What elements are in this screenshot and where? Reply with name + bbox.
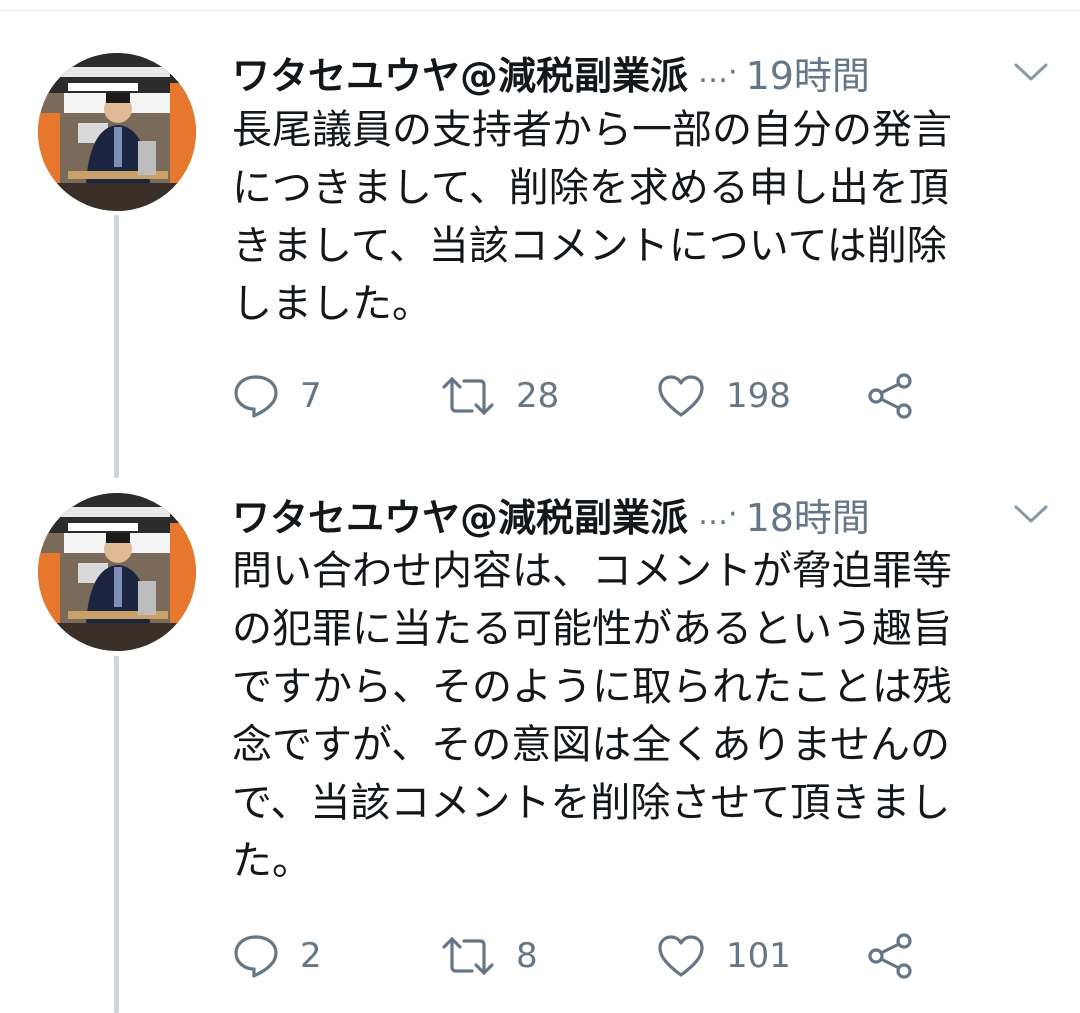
tweet-actions: 7 28 198 bbox=[232, 366, 1052, 426]
retweet-button[interactable]: 28 bbox=[440, 366, 559, 426]
reply-button[interactable]: 7 bbox=[232, 366, 322, 426]
reply-count: 7 bbox=[300, 376, 322, 416]
reply-button[interactable]: 2 bbox=[232, 926, 322, 986]
retweet-button[interactable]: 8 bbox=[440, 926, 538, 986]
chevron-down-icon[interactable] bbox=[1012, 53, 1050, 91]
tweet[interactable]: ワタセユウヤ@減税副業派 …· 19時間 長尾議員の支持者から一部の自分の発言 … bbox=[0, 0, 1080, 470]
chevron-down-icon[interactable] bbox=[1012, 495, 1050, 533]
ellipsis: …· bbox=[698, 54, 738, 90]
avatar[interactable] bbox=[38, 53, 196, 211]
speech-bubble-icon bbox=[232, 373, 280, 419]
heart-icon bbox=[656, 373, 706, 419]
retweet-count: 28 bbox=[516, 376, 560, 416]
speech-bubble-icon bbox=[232, 933, 280, 979]
timestamp[interactable]: 19時間 bbox=[746, 45, 870, 100]
share-icon bbox=[866, 931, 916, 981]
like-count: 198 bbox=[726, 376, 791, 416]
author-name[interactable]: ワタセユウヤ@減税副業派 bbox=[232, 45, 688, 100]
heart-icon bbox=[656, 933, 706, 979]
share-button[interactable] bbox=[866, 366, 916, 426]
share-button[interactable] bbox=[866, 926, 916, 986]
like-button[interactable]: 101 bbox=[656, 926, 791, 986]
author-name[interactable]: ワタセユウヤ@減税副業派 bbox=[232, 487, 688, 542]
ellipsis: …· bbox=[698, 496, 738, 532]
tweet-text: 問い合わせ内容は、コメントが脅迫罪等 の犯罪に当たる可能性があるという趣旨 です… bbox=[232, 548, 952, 884]
retweet-arrows-icon bbox=[440, 373, 496, 419]
like-button[interactable]: 198 bbox=[656, 366, 791, 426]
avatar[interactable] bbox=[38, 493, 196, 651]
reply-count: 2 bbox=[300, 936, 322, 976]
share-icon bbox=[866, 371, 916, 421]
retweet-count: 8 bbox=[516, 936, 538, 976]
tweet-actions: 2 8 101 bbox=[232, 926, 1052, 986]
tweet-text: 長尾議員の支持者から一部の自分の発言 につきまして、削除を求める申し出を頂 きま… bbox=[232, 107, 952, 327]
retweet-arrows-icon bbox=[440, 933, 496, 979]
like-count: 101 bbox=[726, 936, 791, 976]
tweet[interactable]: ワタセユウヤ@減税副業派 …· 18時間 問い合わせ内容は、コメントが脅迫罪等 … bbox=[0, 480, 1080, 1013]
timestamp[interactable]: 18時間 bbox=[746, 487, 870, 542]
